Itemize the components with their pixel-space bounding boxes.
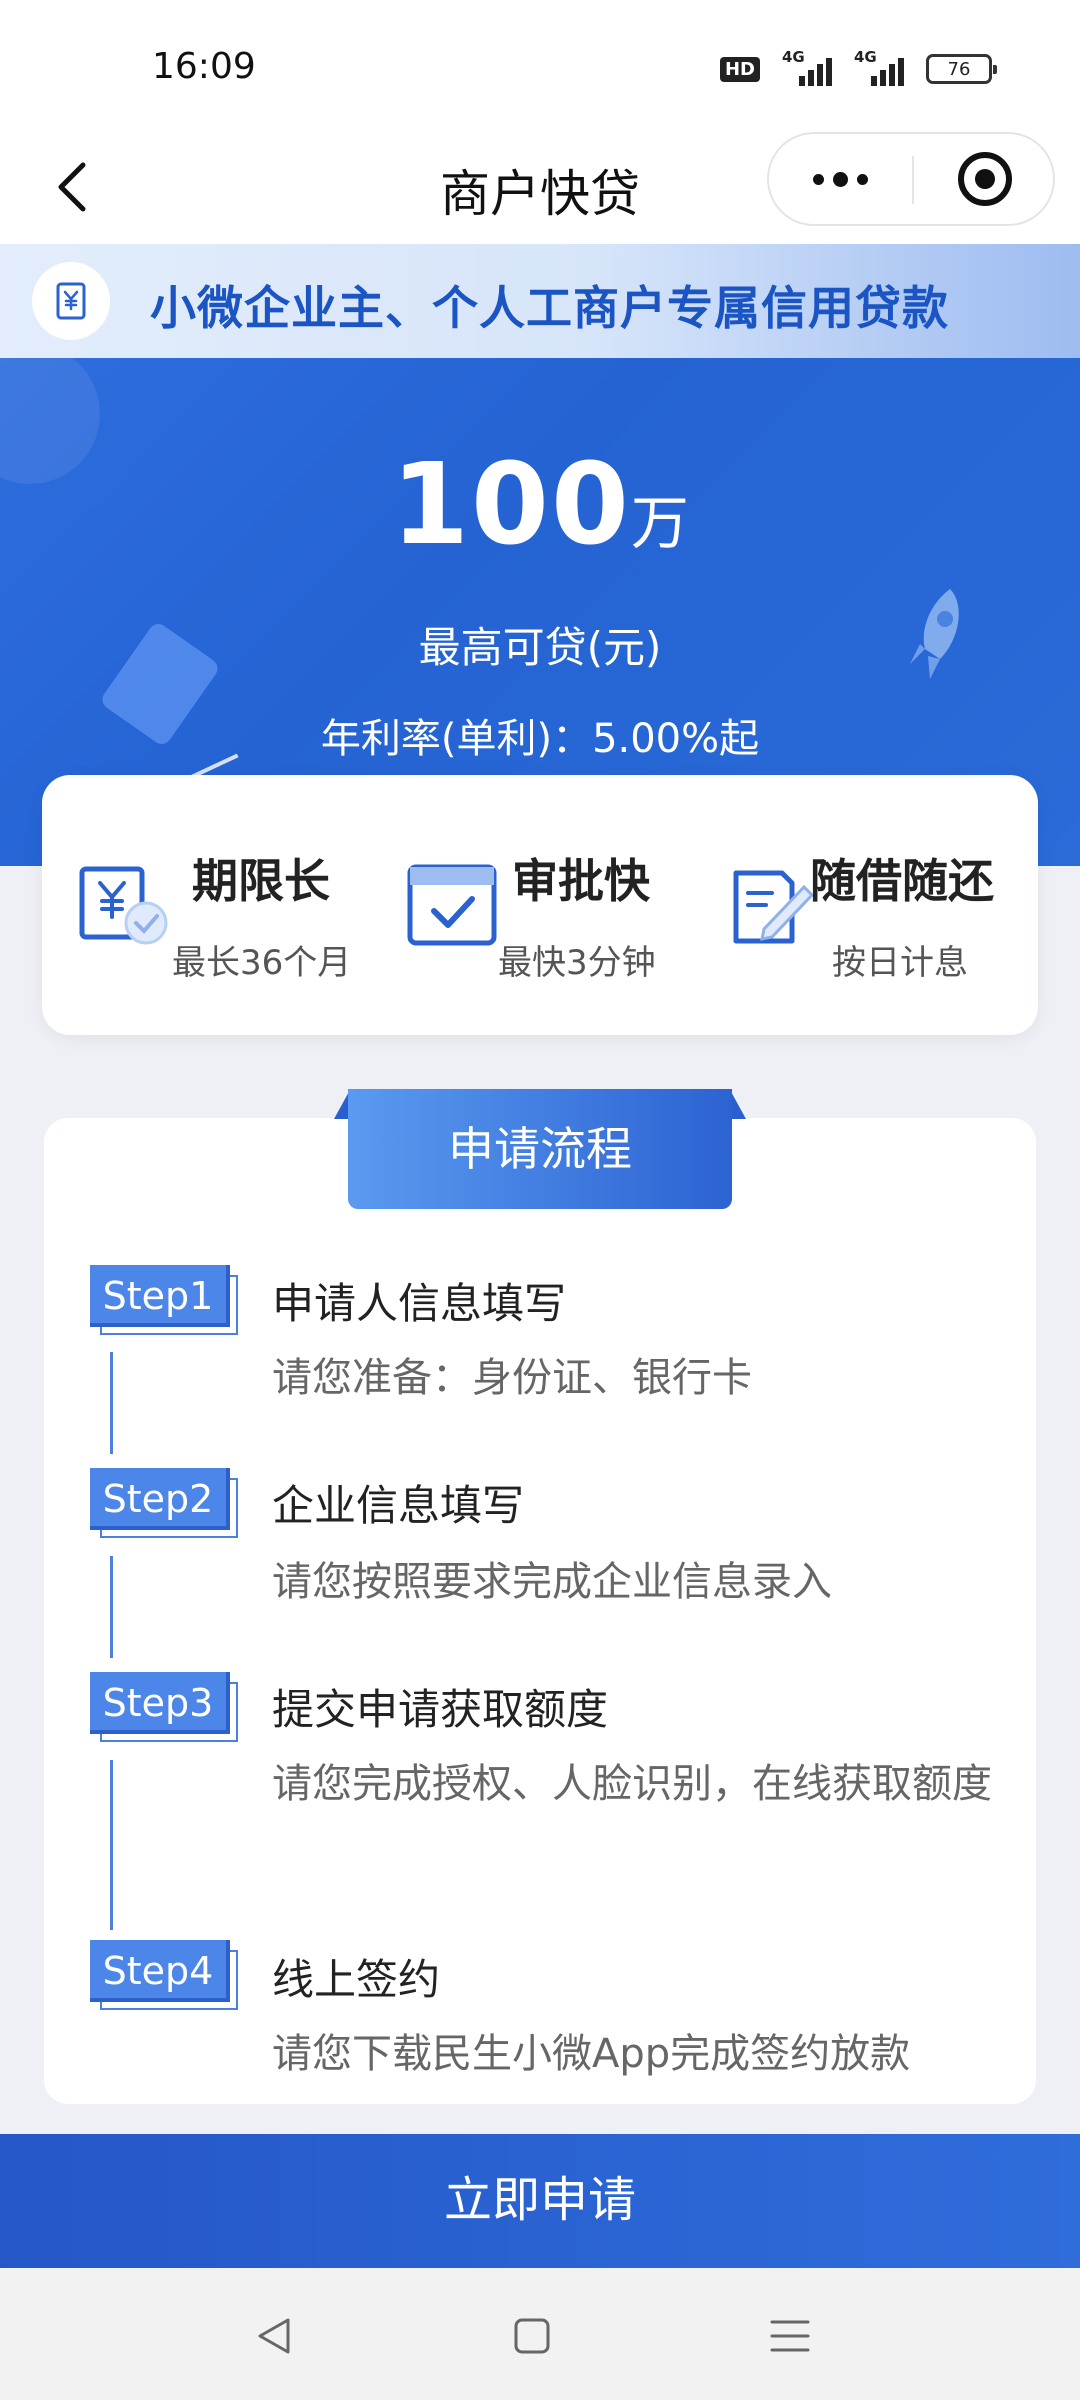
promo-banner: 小微企业主、个人工商户专属信用贷款 xyxy=(0,244,1080,358)
battery-level: 76 xyxy=(947,58,971,80)
system-home-button[interactable] xyxy=(502,2306,562,2366)
system-back-button[interactable] xyxy=(244,2306,304,2366)
feature-title: 期限长 xyxy=(192,854,330,908)
calendar-check-icon xyxy=(407,864,497,946)
step-badge: Step1 xyxy=(90,1265,238,1335)
step-badge: Step3 xyxy=(90,1672,238,1742)
chevron-left-icon xyxy=(58,162,86,212)
step-connector xyxy=(110,1352,113,1454)
amount-value: 100 xyxy=(391,440,631,570)
nav-bar: 商户快贷 xyxy=(0,130,1080,244)
close-button[interactable] xyxy=(914,134,1055,224)
amount-label: 最高可贷(元) xyxy=(418,623,662,672)
step-title: 申请人信息填写 xyxy=(272,1279,567,1328)
hd-icon: HD xyxy=(719,56,760,82)
process-title: 申请流程 xyxy=(348,1089,732,1209)
banner-text: 小微企业主、个人工商户专属信用贷款 xyxy=(150,281,949,335)
step-connector xyxy=(110,1760,113,1930)
back-button[interactable] xyxy=(38,152,108,222)
step-badge: Step4 xyxy=(90,1940,238,2010)
status-time: 16:09 xyxy=(152,46,256,87)
signal-icon: 4G xyxy=(854,48,904,86)
banner-icon xyxy=(32,262,110,340)
step-title: 企业信息填写 xyxy=(272,1481,525,1530)
features-card: 期限长 最长36个月 审批快 最快3分钟 随借随还 按日计息 xyxy=(42,775,1038,1035)
more-dots-icon xyxy=(813,173,824,185)
menu-lines-icon xyxy=(770,2320,810,2352)
triangle-back-icon xyxy=(258,2318,290,2354)
feature-subtitle: 最长36个月 xyxy=(172,943,352,983)
interest-rate: 年利率(单利)：5.00%起 xyxy=(320,716,760,762)
step-title: 提交申请获取额度 xyxy=(272,1685,609,1734)
status-icons: HD 4G 4G 76 xyxy=(719,48,997,86)
scroll-yuan-icon xyxy=(56,282,86,320)
apply-now-button[interactable]: 立即申请 xyxy=(0,2134,1080,2268)
square-home-icon xyxy=(514,2318,550,2354)
mini-program-capsule xyxy=(767,132,1055,226)
document-pen-icon xyxy=(733,870,815,944)
target-circle-icon xyxy=(957,152,1012,206)
step-description: 请您按照要求完成企业信息录入 xyxy=(272,1559,832,1605)
system-navigation-bar xyxy=(0,2268,1080,2400)
feature-subtitle: 按日计息 xyxy=(832,943,968,983)
step-description: 请您下载民生小微App完成签约放款 xyxy=(272,2031,911,2077)
step-title: 线上签约 xyxy=(272,1955,441,2004)
feature-title: 随借随还 xyxy=(810,854,994,908)
step-description: 请您准备：身份证、银行卡 xyxy=(272,1355,752,1401)
step-connector xyxy=(110,1556,113,1658)
amount-unit: 万 xyxy=(630,489,689,557)
feature-title: 审批快 xyxy=(512,854,650,908)
step-badge: Step2 xyxy=(90,1468,238,1538)
feature-subtitle: 最快3分钟 xyxy=(498,943,656,983)
step-description: 请您完成授权、人脸识别，在线获取额度 xyxy=(272,1761,992,1807)
more-button[interactable] xyxy=(769,134,912,224)
status-bar: 16:09 HD 4G 4G 76 xyxy=(0,0,1080,130)
system-menu-button[interactable] xyxy=(760,2306,820,2366)
signal-icon: 4G xyxy=(782,48,832,86)
max-amount: 100万 xyxy=(0,440,1080,570)
yuan-document-check-icon xyxy=(79,866,168,945)
battery-icon: 76 xyxy=(926,54,997,84)
